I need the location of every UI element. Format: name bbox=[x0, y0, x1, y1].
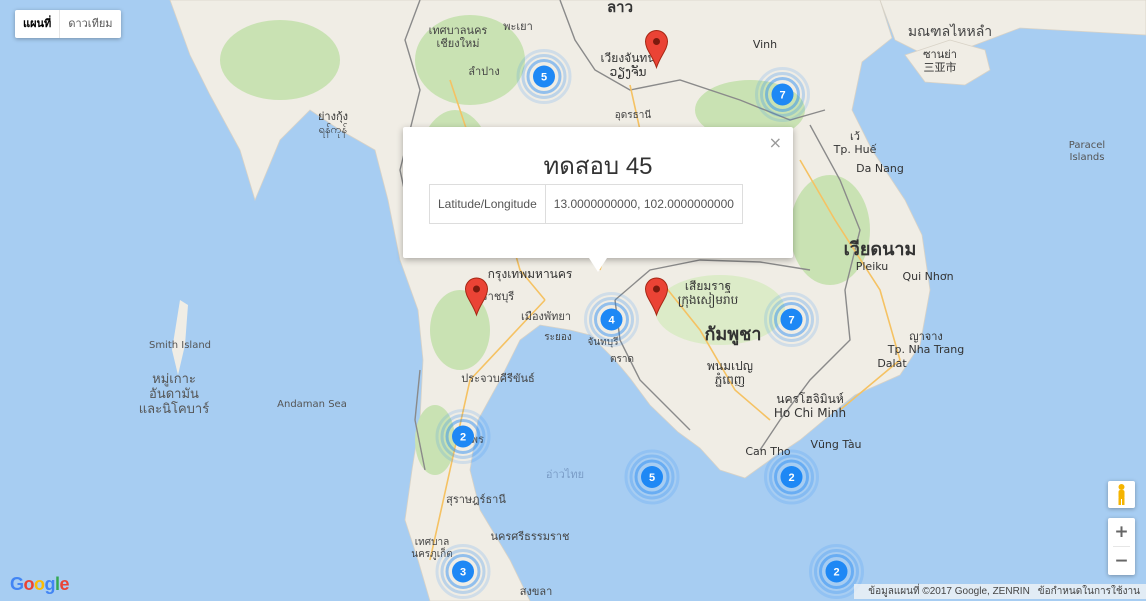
row-label: Latitude/Longitude bbox=[429, 184, 546, 224]
cluster-count: 7 bbox=[788, 315, 794, 327]
map-label-yangon: ย่างกุ้งရန်ကုန် bbox=[318, 110, 348, 138]
map-label-hcmc: นครโฮจิมินห์ Ho Chi Minh bbox=[774, 392, 846, 420]
map-label-udon: อุดรธานี bbox=[615, 109, 652, 121]
map-label-laos: ลาว bbox=[607, 0, 633, 16]
map-label-smith: Smith Island bbox=[149, 340, 211, 351]
map-label-surat: สุราษฎร์ธานี bbox=[446, 493, 506, 506]
map-label-songkhla: สงขลา bbox=[520, 585, 553, 598]
cluster-count: 5 bbox=[541, 72, 547, 84]
zoom-out-button[interactable]: − bbox=[1108, 547, 1135, 575]
google-logo-letter: o bbox=[23, 574, 35, 594]
terms-link[interactable]: ข้อกำหนดในการใช้งาน bbox=[1038, 586, 1140, 597]
map-label-nakhon-si: นครศรีธรรมราช bbox=[490, 530, 569, 543]
map-label-gulf: อ่าวไทย bbox=[546, 468, 584, 481]
map-label-siemreap: เสียมราฐក្រុងសៀមរាប bbox=[678, 279, 739, 308]
info-window-title: ทดสอบ 45 bbox=[543, 153, 653, 180]
map-label-vietnam: เวียดนาม bbox=[844, 239, 917, 260]
cluster-count: 3 bbox=[460, 567, 466, 579]
cluster-count: 4 bbox=[608, 315, 615, 327]
map-label-cambodia: กัมพูชา bbox=[705, 324, 762, 346]
map-label-pleiku: Pleiku bbox=[856, 260, 889, 273]
map-label-sanya: ซานย่า三亚市 bbox=[923, 48, 957, 74]
cluster-count: 2 bbox=[460, 432, 466, 444]
map-label-pattaya: เมืองพัทยา bbox=[521, 310, 571, 323]
google-logo-letter: e bbox=[59, 574, 70, 594]
cluster-count: 7 bbox=[779, 90, 785, 102]
google-logo[interactable]: Google bbox=[10, 574, 70, 595]
google-logo-letter: g bbox=[44, 574, 56, 594]
map-label-danang: Da Nang bbox=[856, 162, 904, 175]
map-label-lampang: ลำปาง bbox=[468, 65, 499, 78]
map-label-dalat: Dalat bbox=[877, 357, 907, 370]
info-window-table: Latitude/Longitude 13.0000000000, 102.00… bbox=[429, 184, 743, 224]
google-logo-letter: o bbox=[34, 574, 45, 594]
map-label-paracel: Paracel Islands bbox=[1069, 140, 1105, 163]
map-label-quinhon: Qui Nhơn bbox=[902, 270, 953, 283]
map-type-control: แผนที่ ดาวเทียม bbox=[15, 10, 121, 38]
google-logo-letter: G bbox=[10, 574, 24, 594]
pegman-icon bbox=[1118, 484, 1125, 505]
map-label-hainan: มณฑลไหหลำ bbox=[908, 23, 992, 40]
map-type-satellite-button[interactable]: ดาวเทียม bbox=[60, 10, 120, 38]
table-row: Latitude/Longitude 13.0000000000, 102.00… bbox=[429, 184, 743, 224]
zoom-in-button[interactable]: + bbox=[1108, 518, 1135, 546]
cluster-count: 5 bbox=[649, 472, 655, 484]
map-label-rayong: ระยอง bbox=[544, 332, 572, 343]
map-data-text[interactable]: ข้อมูลแผนที่ ©2017 Google, ZENRIN bbox=[868, 586, 1030, 597]
cluster-count: 2 bbox=[833, 567, 839, 579]
map-canvas[interactable]: ลาวเทศบาลนครเชียงใหม่พะเยาลำปางเวียงจันท… bbox=[0, 0, 1146, 601]
map-attribution: ข้อมูลแผนที่ ©2017 Google, ZENRIN ข้อกำหน… bbox=[854, 584, 1146, 599]
street-view-pegman-button[interactable] bbox=[1108, 481, 1135, 508]
info-window: × ทดสอบ 45 Latitude/Longitude 13.0000000… bbox=[403, 127, 793, 272]
map-label-bangkok: กรุงเทพมหานคร bbox=[488, 267, 573, 282]
map-label-prachuap: ประจวบคีรีขันธ์ bbox=[461, 372, 534, 385]
forest-area bbox=[220, 20, 340, 100]
map-label-chiang-mai: เทศบาลนครเชียงใหม่ bbox=[429, 24, 488, 50]
map-label-vinh: Vinh bbox=[753, 38, 777, 51]
map-label-phayao: พะเยา bbox=[503, 20, 533, 33]
row-value: 13.0000000000, 102.0000000000 bbox=[544, 184, 743, 224]
cluster-count: 2 bbox=[788, 472, 794, 484]
map-type-map-button[interactable]: แผนที่ bbox=[15, 10, 61, 38]
map-label-trat: ตราด bbox=[610, 354, 634, 365]
map-label-andaman-sea: Andaman Sea bbox=[277, 399, 347, 410]
zoom-control: + − bbox=[1108, 518, 1135, 575]
map-label-vungtau: Vũng Tàu bbox=[810, 438, 861, 451]
